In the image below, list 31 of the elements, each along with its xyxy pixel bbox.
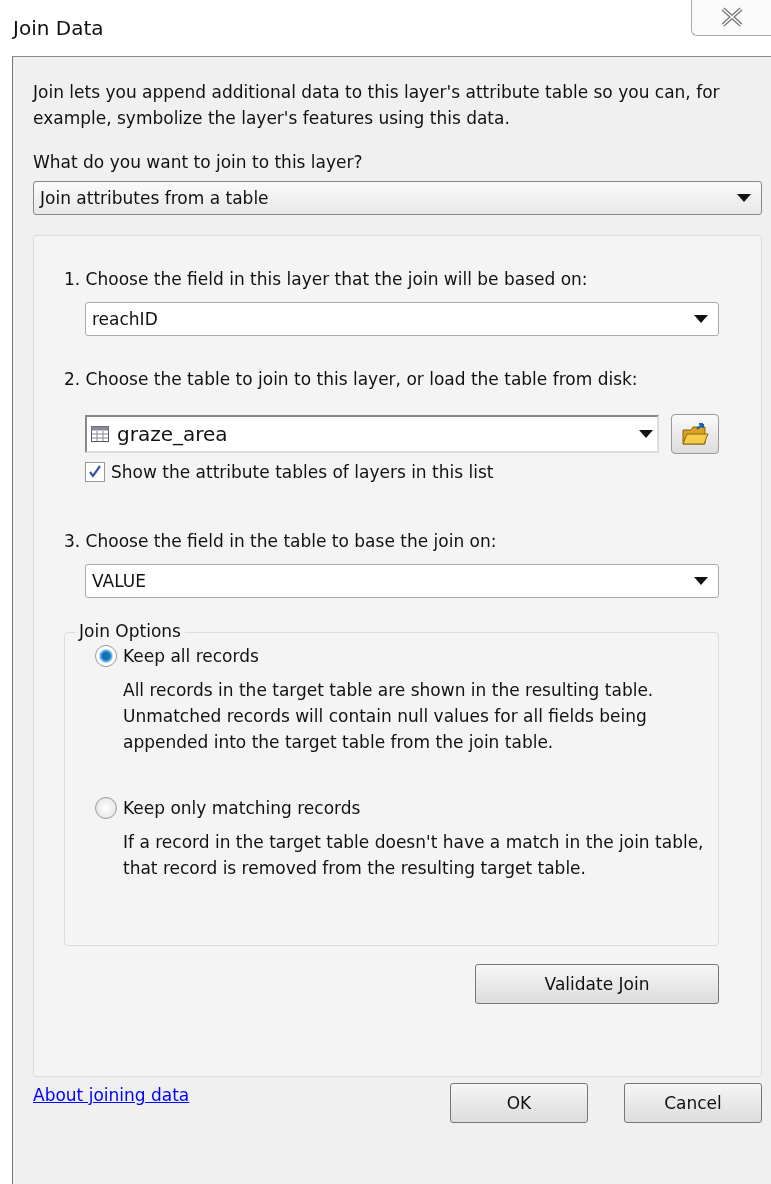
radio-button[interactable] [95,797,117,819]
folder-icon [681,422,709,446]
group-title: Join Options [75,621,185,641]
table-icon [91,426,109,442]
help-link[interactable]: About joining data [33,1085,190,1105]
radio-label: Keep all records [123,646,259,666]
radio-button[interactable] [95,645,117,667]
validate-join-button[interactable]: Validate Join [475,964,719,1004]
field-dropdown[interactable]: reachID [85,302,719,336]
join-type-dropdown[interactable]: Join attributes from a table [33,181,762,215]
field-dropdown[interactable]: VALUE [85,564,719,598]
dialog-button[interactable]: OK [450,1083,588,1123]
radio-label: Keep only matching records [123,798,361,818]
caret-icon [639,430,653,438]
step-label: 2. Choose the table to join to this layer, or load the table from disk: [64,368,639,390]
caret-icon [694,315,708,323]
table-dropdown[interactable]: graze_area [85,415,659,453]
join-type-label: What do you want to join to this layer? [33,151,364,173]
option-description: All records in the target table are shown in the resulting table. Unmatched records will contain null values for all fields being appended into the target table from the join table. [122,679,655,754]
step-label: 1. Choose the field in this layer that the join will be based on: [64,268,589,290]
caret-icon [737,194,751,202]
step-label: 3. Choose the field in the table to base the join on: [64,530,498,552]
dialog-button[interactable]: Cancel [624,1083,762,1123]
window-title: Join Data [13,16,104,40]
option-description: If a record in the target table doesn't have a match in the join table, that record is removed from the resulting target table. [122,831,705,880]
close-button[interactable] [691,0,771,36]
checkbox[interactable] [85,462,105,482]
caret-icon [694,577,708,585]
intro-text: Join lets you append additional data to this layer's attribute table so you can, for example, symbolize the layer's features using this data. [33,81,721,130]
checkbox-label: Show the attribute tables of layers in this list [111,462,494,482]
open-file-button[interactable] [671,414,719,454]
